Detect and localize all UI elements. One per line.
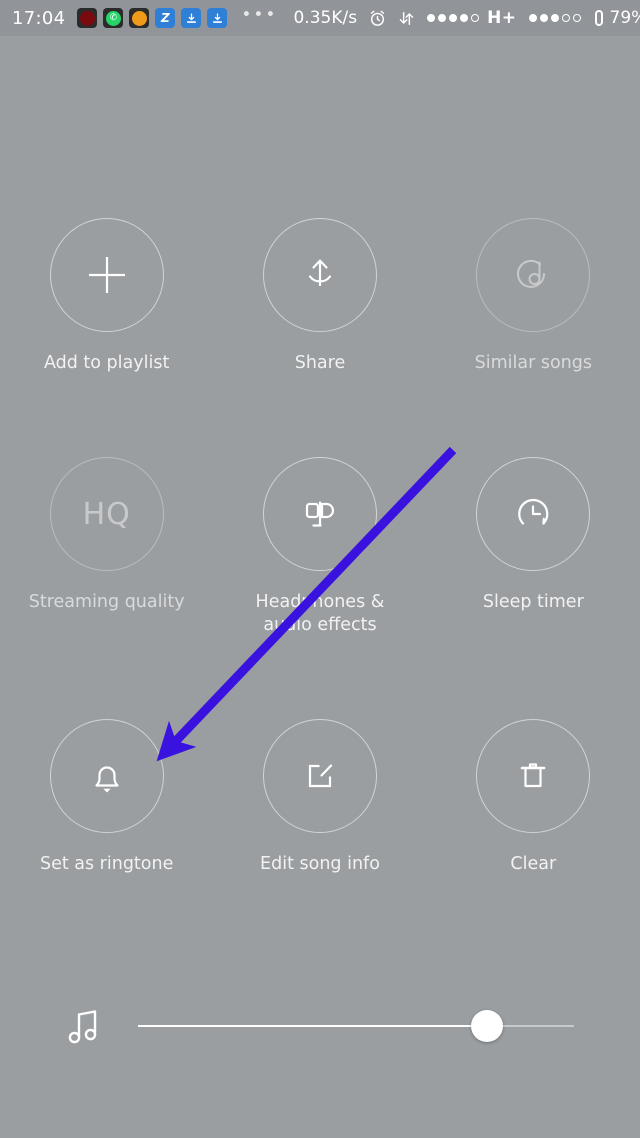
- streaming-quality-circle[interactable]: HQ: [49, 457, 164, 571]
- volume-thumb[interactable]: [470, 1010, 503, 1042]
- bell-icon: [95, 766, 119, 793]
- sim-1-signal-indicator: [427, 14, 480, 22]
- volume-slider[interactable]: [138, 1010, 574, 1042]
- download-manager-icon-2: [207, 8, 228, 28]
- status-bar: 17:04 ✆ Z ••• 0.35K/s H+ 79: [0, 0, 640, 36]
- clear-circle[interactable]: [476, 719, 591, 833]
- option-label: Clear: [510, 854, 557, 874]
- battery-icon: [594, 10, 603, 26]
- option-label: Streaming quality: [28, 592, 185, 612]
- hq-icon: HQ: [82, 496, 131, 532]
- overflow-dots-icon: •••: [241, 5, 278, 25]
- dark-red-app-icon: [77, 8, 98, 28]
- option-label: Edit song info: [260, 854, 380, 874]
- sleep-timer-circle[interactable]: [476, 457, 591, 571]
- orange-app-icon: [129, 8, 150, 28]
- option-label: Set as ringtone: [39, 854, 174, 874]
- volume-fill: [138, 1024, 487, 1028]
- trash-icon: [521, 763, 546, 788]
- option-label: Add to playlist: [43, 353, 170, 373]
- set-as-ringtone-circle[interactable]: [49, 719, 164, 833]
- add-to-playlist-circle[interactable]: [49, 218, 164, 332]
- options-grid: Add to playlist Share Similar songs HQ S…: [0, 218, 640, 876]
- option-clear[interactable]: Clear: [427, 719, 640, 876]
- edit-square-icon: [308, 764, 333, 788]
- edit-song-info-circle[interactable]: [262, 719, 377, 833]
- whatsapp-icon: ✆: [103, 8, 124, 28]
- sim-2-signal-indicator: [528, 14, 581, 22]
- battery-percent-label: 79%: [609, 8, 640, 28]
- option-label: Sleep timer: [482, 592, 584, 612]
- network-type-label: H+: [487, 8, 517, 28]
- option-sleep-timer[interactable]: Sleep timer: [427, 457, 640, 637]
- download-manager-icon: [181, 8, 202, 28]
- option-add-to-playlist[interactable]: Add to playlist: [0, 218, 213, 375]
- share-icon: [308, 259, 332, 287]
- network-speed-label: 0.35K/s: [293, 8, 358, 28]
- music-options-screen: 17:04 ✆ Z ••• 0.35K/s H+ 79 Add to playl…: [0, 0, 640, 1138]
- timer-icon: [518, 498, 549, 525]
- alarm-clock-icon: [368, 9, 387, 28]
- option-set-as-ringtone[interactable]: Set as ringtone: [0, 719, 213, 876]
- data-transfer-icon: [398, 9, 415, 28]
- option-label: Share: [294, 353, 346, 373]
- share-circle[interactable]: [262, 218, 377, 332]
- headphones-circle[interactable]: [262, 457, 377, 571]
- option-headphones-audio-effects[interactable]: Headphones & audio effects: [213, 457, 426, 637]
- plus-icon: [88, 257, 125, 293]
- zalo-icon: Z: [155, 8, 176, 28]
- option-label: Similar songs: [474, 353, 592, 373]
- volume-control: [0, 990, 640, 1062]
- option-edit-song-info[interactable]: Edit song info: [213, 719, 426, 876]
- option-streaming-quality[interactable]: HQ Streaming quality: [0, 457, 213, 637]
- music-note-icon: [66, 1004, 106, 1048]
- option-similar-songs[interactable]: Similar songs: [427, 218, 640, 375]
- option-share[interactable]: Share: [213, 218, 426, 375]
- status-bar-clock: 17:04: [12, 7, 66, 29]
- headphones-icon: [305, 501, 335, 527]
- notification-icons: ✆ Z •••: [77, 5, 278, 28]
- similar-songs-circle[interactable]: [476, 218, 591, 332]
- option-label: Headphones & audio effects: [255, 592, 385, 635]
- music-note-circle-icon: [517, 259, 546, 288]
